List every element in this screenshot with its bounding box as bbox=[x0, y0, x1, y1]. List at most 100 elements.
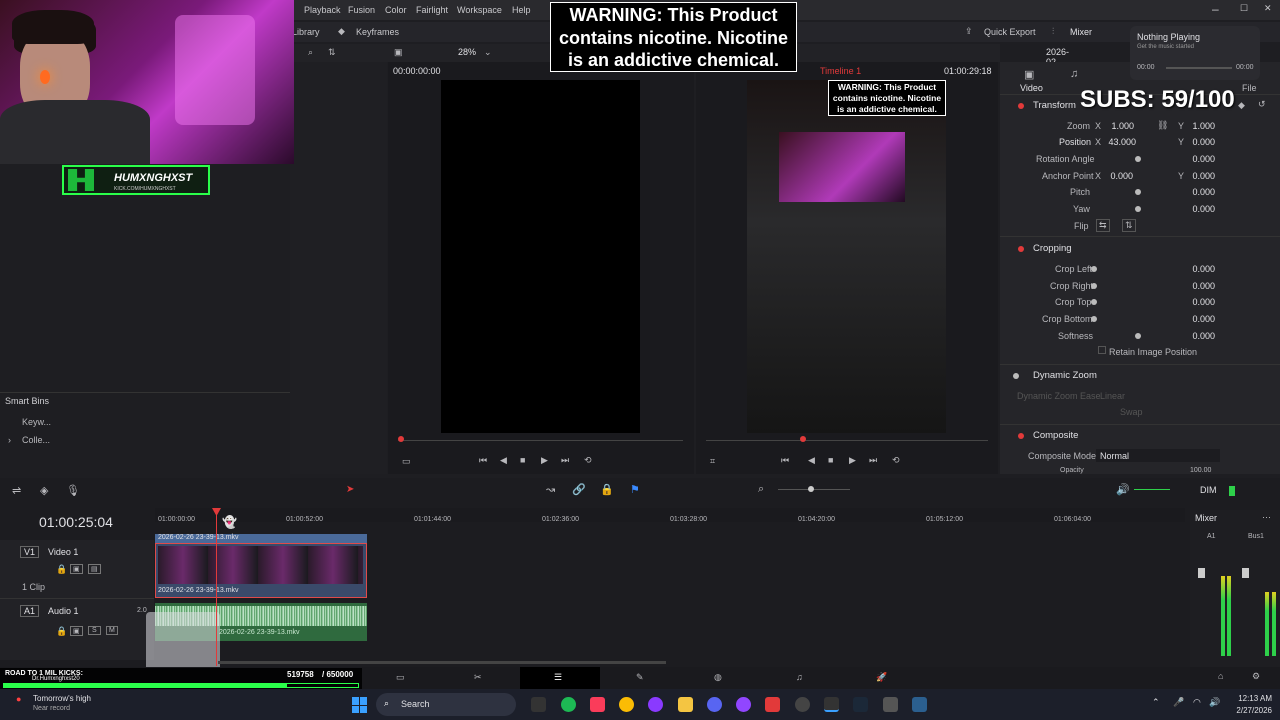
edit-page-tab[interactable]: ☰ bbox=[520, 667, 600, 689]
windows-start-icon[interactable] bbox=[352, 697, 368, 713]
steam-icon[interactable] bbox=[853, 697, 868, 712]
spotify-icon[interactable] bbox=[561, 697, 576, 712]
discord-icon[interactable] bbox=[707, 697, 722, 712]
snap-icon[interactable]: ↝ bbox=[546, 483, 555, 496]
keyframe-icon[interactable]: ◆ bbox=[1238, 100, 1245, 111]
yaw-slider[interactable] bbox=[1135, 206, 1141, 212]
zoom-x-field[interactable]: 1.000 bbox=[1094, 121, 1134, 131]
a1-track-button[interactable]: A1 bbox=[20, 605, 40, 617]
minimize-icon[interactable]: – bbox=[1212, 2, 1219, 16]
auto-select-icon[interactable]: ▣ bbox=[70, 564, 83, 574]
crop-icon[interactable]: ⌗ bbox=[710, 456, 715, 467]
volume-icon[interactable]: 🔊 bbox=[1209, 697, 1220, 708]
position-y-field[interactable]: 0.000 bbox=[1175, 137, 1215, 147]
mute-button[interactable]: M bbox=[106, 626, 118, 635]
folder-icon[interactable] bbox=[678, 697, 693, 712]
tab-file[interactable]: File bbox=[1242, 83, 1257, 93]
horizontal-scrollbar[interactable] bbox=[218, 661, 666, 664]
selection-tool-icon[interactable]: ➤ bbox=[346, 484, 354, 495]
opacity-field[interactable]: 100.00 bbox=[1190, 467, 1211, 474]
softness-field[interactable]: 0.000 bbox=[1175, 331, 1215, 341]
deliver-page-icon[interactable]: 🚀 bbox=[876, 672, 887, 683]
play-reverse-icon[interactable]: ◀ bbox=[500, 455, 507, 466]
tab-video[interactable]: Video bbox=[1020, 83, 1043, 93]
position-x-field[interactable]: 43.000 bbox=[1096, 137, 1136, 147]
cut-page-icon[interactable]: ✂ bbox=[474, 672, 482, 683]
keyframes-button[interactable]: Keyframes bbox=[356, 27, 399, 37]
composite-mode-select[interactable]: Normal bbox=[1096, 449, 1220, 462]
loop-icon[interactable]: ⟲ bbox=[892, 455, 900, 466]
crop-left-field[interactable]: 0.000 bbox=[1175, 264, 1215, 274]
anchor-x-field[interactable]: 0.000 bbox=[1093, 171, 1133, 181]
composite-title[interactable]: Composite bbox=[1033, 430, 1078, 441]
retain-checkbox[interactable] bbox=[1098, 346, 1106, 354]
play-icon[interactable]: ▶ bbox=[541, 455, 548, 466]
clock-time[interactable]: 12:13 AM bbox=[1228, 694, 1272, 703]
app3-icon[interactable] bbox=[912, 697, 927, 712]
skip-back-icon[interactable]: ⏮ bbox=[479, 455, 487, 466]
wifi-icon[interactable]: ◠ bbox=[1193, 697, 1201, 708]
timeline-scrubber[interactable] bbox=[706, 440, 988, 441]
play-icon[interactable]: ▶ bbox=[849, 455, 856, 466]
loop-icon[interactable]: ⟲ bbox=[584, 455, 592, 466]
transform-enable-icon[interactable] bbox=[1018, 103, 1024, 109]
crop-right-field[interactable]: 0.000 bbox=[1175, 281, 1215, 291]
zoom-slider-handle[interactable] bbox=[808, 486, 814, 492]
app2-icon[interactable] bbox=[883, 697, 898, 712]
maximize-icon[interactable]: ☐ bbox=[1240, 3, 1248, 14]
media-page-icon[interactable]: ▭ bbox=[396, 672, 405, 683]
skip-back-icon[interactable]: ⏮ bbox=[781, 455, 789, 466]
anchor-y-field[interactable]: 0.000 bbox=[1175, 171, 1215, 181]
source-viewer[interactable]: 00:00:00:00 ▭ ⏮ ◀ ■ ▶ ⏭ ⟲ bbox=[388, 62, 694, 474]
timeline-viewer[interactable]: Timeline 1 01:00:29:18 ⌗ ⏮ ◀ ■ ▶ ⏭ ⟲ bbox=[696, 62, 998, 474]
mixer-button[interactable]: Mixer bbox=[1070, 27, 1092, 37]
app-icon[interactable] bbox=[648, 697, 663, 712]
home-icon[interactable]: ⌂ bbox=[1218, 671, 1223, 681]
softness-slider[interactable] bbox=[1135, 333, 1141, 339]
menu-playback[interactable]: Playback bbox=[304, 5, 341, 15]
video-track-name[interactable]: Video 1 bbox=[48, 547, 78, 557]
volume-slider[interactable] bbox=[1134, 489, 1170, 490]
zoom-y-field[interactable]: 1.000 bbox=[1175, 121, 1215, 131]
music-icon[interactable] bbox=[590, 697, 605, 712]
search-box[interactable]: ⌕ Search bbox=[376, 693, 516, 716]
pitch-slider[interactable] bbox=[1135, 189, 1141, 195]
fader-bus1[interactable] bbox=[1242, 568, 1249, 578]
zoom-dropdown[interactable]: 28% bbox=[458, 47, 476, 57]
pitch-field[interactable]: 0.000 bbox=[1175, 187, 1215, 197]
trim-icon[interactable]: ◈ bbox=[40, 484, 48, 497]
skip-forward-icon[interactable]: ⏭ bbox=[561, 455, 569, 466]
source-scrubber[interactable] bbox=[398, 440, 683, 441]
menu-color[interactable]: Color bbox=[385, 5, 407, 15]
menu-fairlight[interactable]: Fairlight bbox=[416, 5, 448, 15]
stop-icon[interactable]: ■ bbox=[828, 455, 833, 465]
reset-icon[interactable]: ↺ bbox=[1258, 99, 1266, 110]
quick-export-button[interactable]: Quick Export bbox=[984, 27, 1036, 37]
flag-icon[interactable]: ⚑ bbox=[630, 483, 640, 496]
v1-track-button[interactable]: V1 bbox=[20, 546, 40, 558]
video-tab-icon[interactable]: ▣ bbox=[1024, 68, 1034, 81]
dim-button[interactable]: DIM bbox=[1200, 485, 1217, 495]
crop-left-slider[interactable] bbox=[1091, 266, 1097, 272]
audio-track-name[interactable]: Audio 1 bbox=[48, 606, 79, 616]
menu-help[interactable]: Help bbox=[512, 5, 531, 15]
fairlight-page-icon[interactable]: ♫ bbox=[796, 672, 803, 682]
timeline-name[interactable]: Timeline 1 bbox=[820, 66, 861, 76]
timeline-tools-icon[interactable]: ⇌ bbox=[12, 484, 21, 497]
collections-item[interactable]: Colle... bbox=[22, 435, 50, 445]
rotation-slider[interactable] bbox=[1135, 156, 1141, 162]
skip-forward-icon[interactable]: ⏭ bbox=[869, 455, 877, 466]
timeline-playhead-marker[interactable] bbox=[800, 436, 806, 442]
timeline-playhead[interactable] bbox=[216, 510, 217, 666]
chrome-icon[interactable] bbox=[619, 697, 634, 712]
fader-a1[interactable] bbox=[1198, 568, 1205, 578]
track-output-icon[interactable]: ▤ bbox=[88, 564, 101, 574]
auto-select-icon[interactable]: ▣ bbox=[70, 626, 83, 636]
mic-tray-icon[interactable]: 🎤 bbox=[1173, 697, 1184, 708]
close-icon[interactable]: ✕ bbox=[1264, 3, 1272, 14]
menu-fusion[interactable]: Fusion bbox=[348, 5, 375, 15]
dynamic-zoom-enable-icon[interactable] bbox=[1013, 373, 1019, 379]
crop-top-field[interactable]: 0.000 bbox=[1175, 297, 1215, 307]
rotation-field[interactable]: 0.000 bbox=[1175, 154, 1215, 164]
transform-title[interactable]: Transform bbox=[1033, 100, 1076, 111]
